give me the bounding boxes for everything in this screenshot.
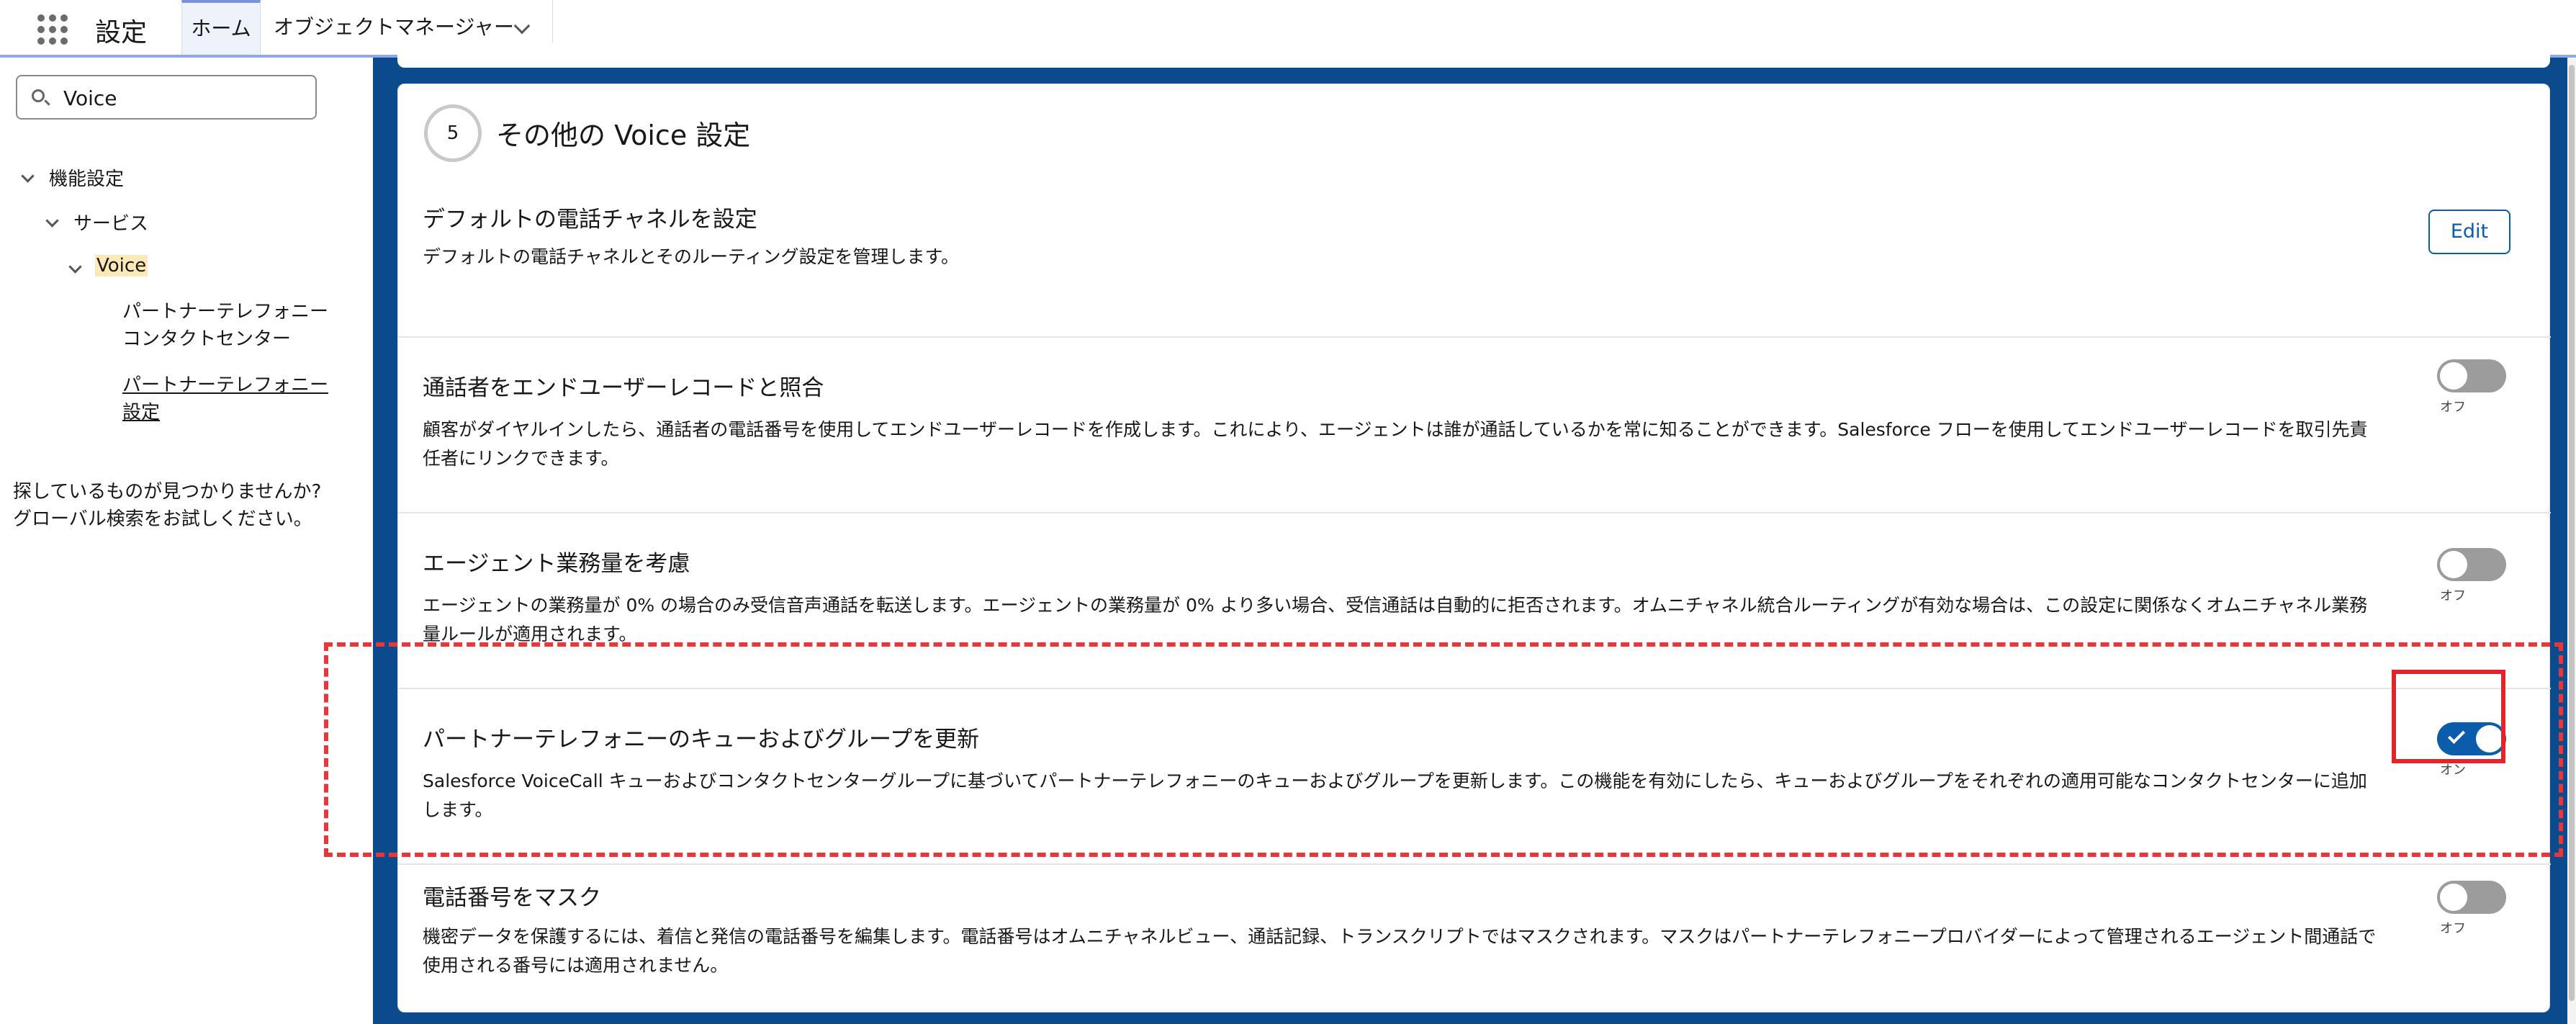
toggle-knob bbox=[2440, 362, 2467, 390]
leaf-line: パートナーテレフォニー bbox=[122, 374, 329, 396]
leaf-line: 設定 bbox=[122, 402, 161, 423]
toggle-knob bbox=[2440, 551, 2467, 578]
tab-object-manager-label: オブジェクトマネージャー bbox=[274, 15, 515, 39]
setting-title: デフォルトの電話チャネルを設定 bbox=[423, 207, 757, 233]
leaf-line: コンタクトセンター bbox=[122, 328, 292, 350]
search-icon bbox=[32, 89, 45, 102]
toggle-knob bbox=[2440, 884, 2467, 911]
app-title: 設定 bbox=[95, 18, 148, 48]
setting-match-caller-to-end-user: 通話者をエンドユーザーレコードと照合 顧客がダイヤルインしたら、通話者の電話番号… bbox=[398, 338, 2551, 513]
toggle-label: オフ bbox=[2440, 400, 2466, 415]
setting-title: 通話者をエンドユーザーレコードと照合 bbox=[423, 375, 824, 401]
setting-description: 顧客がダイヤルインしたら、通話者の電話番号を使用してエンドユーザーレコードを作成… bbox=[423, 419, 2368, 469]
setting-title: エージェント業務量を考慮 bbox=[423, 551, 690, 577]
tree-item-voice[interactable]: Voice bbox=[95, 255, 148, 277]
setting-title: 電話番号をマスク bbox=[423, 885, 601, 911]
help-text-line: グローバル検索をお試しください。 bbox=[13, 508, 312, 530]
other-voice-settings-card: 5 その他の Voice 設定 デフォルトの電話チャネルを設定 デフォルトの電話… bbox=[397, 84, 2551, 1012]
toggle-switch-off[interactable] bbox=[2437, 548, 2506, 581]
quick-find-search[interactable] bbox=[16, 75, 317, 120]
chevron-down-icon[interactable] bbox=[513, 17, 531, 35]
tab-home[interactable]: ホーム bbox=[181, 0, 261, 55]
tree-leaf-partner-telephony-settings[interactable]: パートナーテレフォニー 設定 bbox=[122, 372, 328, 426]
leaf-line: パートナーテレフォニー bbox=[122, 301, 329, 323]
chevron-down-icon[interactable] bbox=[45, 214, 59, 228]
setting-description: エージェントの業務量が 0% の場合のみ受信音声通話を転送します。エージェントの… bbox=[423, 595, 2368, 645]
setting-description: 機密データを保護するには、着信と発信の電話番号を編集します。電話番号はオムニチャ… bbox=[423, 926, 2377, 976]
toggle-switch-off[interactable] bbox=[2437, 359, 2506, 392]
app-launcher-icon[interactable] bbox=[37, 14, 68, 45]
setup-sidebar: 機能設定 サービス Voice パートナーテレフォニー コンタクトセンター パー… bbox=[0, 58, 373, 1024]
card-title: その他の Voice 設定 bbox=[496, 120, 751, 151]
setting-description: デフォルトの電話チャネルとそのルーティング設定を管理します。 bbox=[423, 246, 960, 267]
toggle-label: オフ bbox=[2440, 588, 2466, 603]
quick-find-input[interactable] bbox=[63, 84, 301, 112]
chevron-down-icon[interactable] bbox=[21, 169, 35, 183]
tree-leaf-partner-telephony-contact-center[interactable]: パートナーテレフォニー コンタクトセンター bbox=[122, 298, 328, 353]
highlight-toggle-annotation bbox=[2392, 670, 2505, 763]
setting-default-phone-channel: デフォルトの電話チャネルを設定 デフォルトの電話チャネルとそのルーティング設定を… bbox=[398, 187, 2551, 338]
toggle-label: オフ bbox=[2440, 921, 2466, 936]
chevron-down-icon[interactable] bbox=[68, 260, 82, 274]
highlight-dashed-annotation bbox=[324, 642, 2563, 857]
previous-card-edge bbox=[397, 43, 2550, 68]
setting-mask-phone-numbers: 電話番号をマスク 機密データを保護するには、着信と発信の電話番号を編集します。電… bbox=[398, 865, 2551, 1009]
step-number: 5 bbox=[424, 104, 482, 162]
help-text: 探しているものが見つかりませんか? グローバル検索をお試しください。 bbox=[13, 478, 359, 533]
tree-item-voice-label: Voice bbox=[95, 255, 148, 277]
main-content: 5 その他の Voice 設定 デフォルトの電話チャネルを設定 デフォルトの電話… bbox=[373, 43, 2576, 1024]
tree-item-service[interactable]: サービス bbox=[73, 209, 148, 235]
toggle-switch-off[interactable] bbox=[2437, 881, 2506, 914]
help-text-line: 探しているものが見つかりませんか? bbox=[13, 481, 322, 503]
scrollbar-thumb[interactable] bbox=[2569, 65, 2575, 1001]
edit-button[interactable]: Edit bbox=[2428, 210, 2510, 254]
tree-item-feature-settings[interactable]: 機能設定 bbox=[49, 164, 124, 191]
